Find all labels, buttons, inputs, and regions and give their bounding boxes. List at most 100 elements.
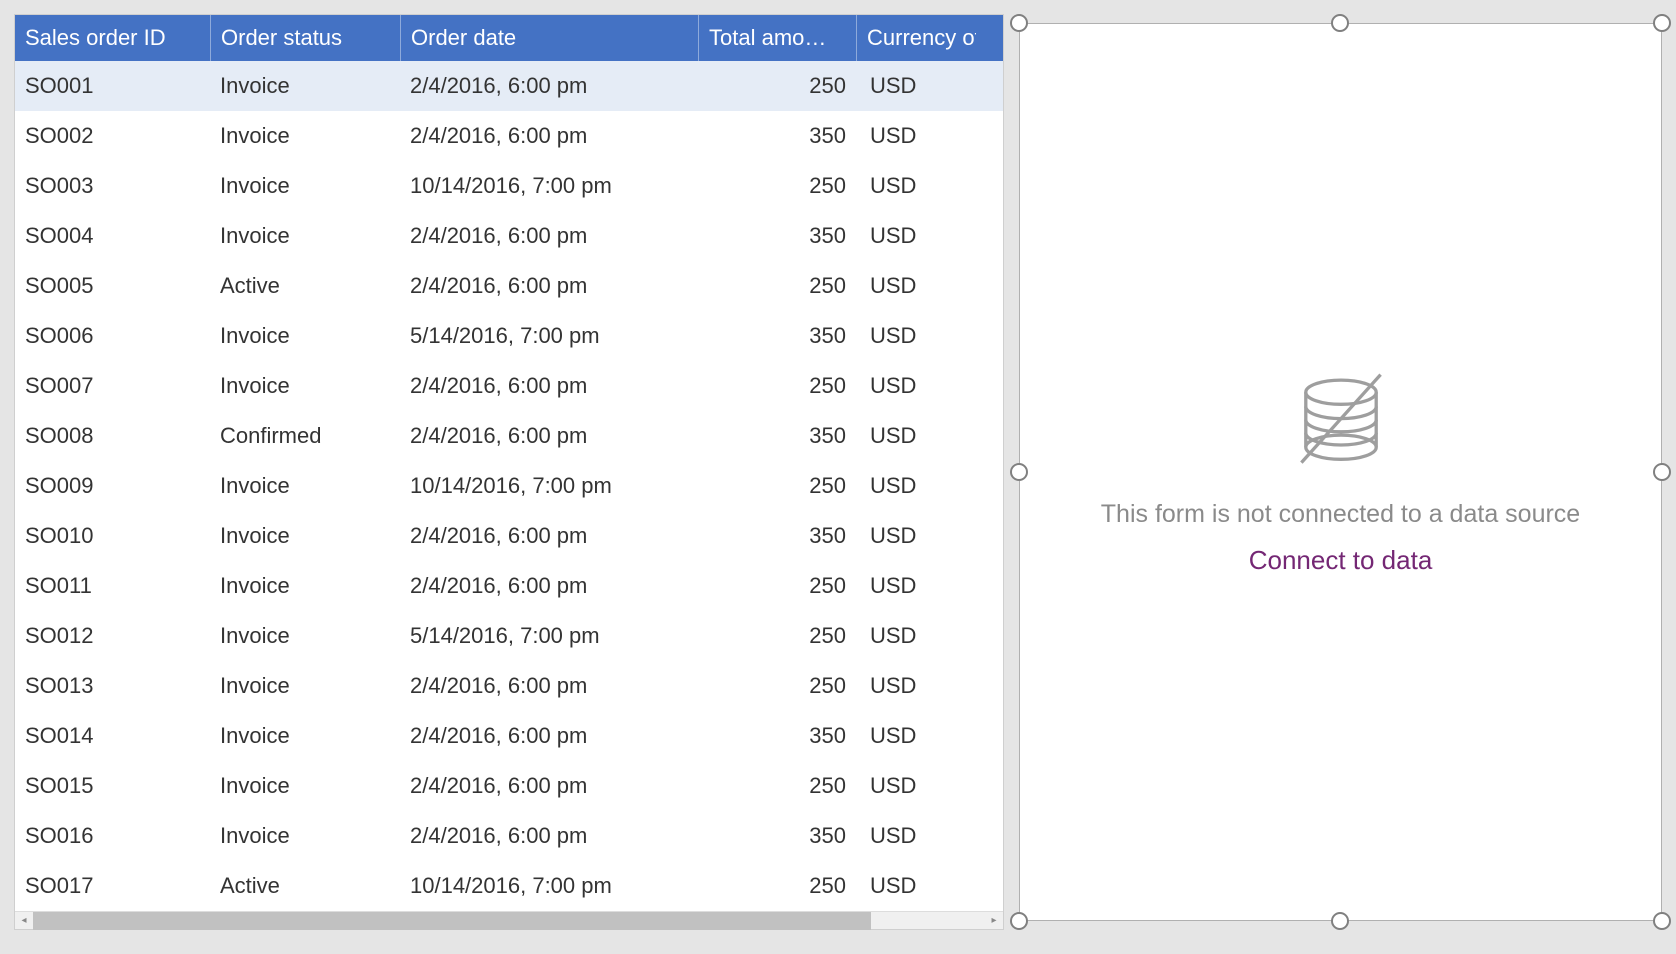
column-header-total-amount[interactable]: Total amo… [698, 15, 856, 61]
column-header-order-date[interactable]: Order date [400, 15, 698, 61]
table-row[interactable]: SO011Invoice2/4/2016, 6:00 pm250USD [15, 561, 1003, 611]
order-status-cell: Invoice [210, 573, 400, 599]
order-id-cell: SO003 [15, 173, 210, 199]
order-status-cell: Active [210, 273, 400, 299]
resize-handle-middle-left[interactable] [1010, 463, 1028, 481]
total-amount-cell: 250 [698, 773, 856, 799]
order-date-cell: 10/14/2016, 7:00 pm [400, 473, 698, 499]
order-date-cell: 2/4/2016, 6:00 pm [400, 573, 698, 599]
order-date-cell: 5/14/2016, 7:00 pm [400, 323, 698, 349]
order-id-cell: SO011 [15, 573, 210, 599]
connect-to-data-link[interactable]: Connect to data [1249, 545, 1433, 576]
order-status-cell: Invoice [210, 473, 400, 499]
total-amount-cell: 250 [698, 173, 856, 199]
order-id-cell: SO006 [15, 323, 210, 349]
order-id-cell: SO016 [15, 823, 210, 849]
resize-handle-top-center[interactable] [1331, 14, 1349, 32]
table-row[interactable]: SO012Invoice5/14/2016, 7:00 pm250USD [15, 611, 1003, 661]
total-amount-cell: 350 [698, 223, 856, 249]
order-id-cell: SO012 [15, 623, 210, 649]
grid-body[interactable]: SO001Invoice2/4/2016, 6:00 pm250USDSO002… [15, 61, 1003, 911]
order-id-cell: SO004 [15, 223, 210, 249]
database-disconnected-icon [1286, 368, 1396, 478]
order-id-cell: SO005 [15, 273, 210, 299]
table-row[interactable]: SO005Active2/4/2016, 6:00 pm250USD [15, 261, 1003, 311]
total-amount-cell: 350 [698, 423, 856, 449]
column-header-order-status[interactable]: Order status [210, 15, 400, 61]
order-date-cell: 2/4/2016, 6:00 pm [400, 823, 698, 849]
resize-handle-bottom-right[interactable] [1653, 912, 1671, 930]
table-row[interactable]: SO009Invoice10/14/2016, 7:00 pm250USD [15, 461, 1003, 511]
order-date-cell: 2/4/2016, 6:00 pm [400, 223, 698, 249]
total-amount-cell: 350 [698, 723, 856, 749]
total-amount-cell: 250 [698, 73, 856, 99]
column-header-currency[interactable]: Currency of T [856, 15, 976, 61]
order-date-cell: 2/4/2016, 6:00 pm [400, 123, 698, 149]
total-amount-cell: 250 [698, 623, 856, 649]
table-row[interactable]: SO006Invoice5/14/2016, 7:00 pm350USD [15, 311, 1003, 361]
table-row[interactable]: SO004Invoice2/4/2016, 6:00 pm350USD [15, 211, 1003, 261]
order-date-cell: 2/4/2016, 6:00 pm [400, 723, 698, 749]
order-status-cell: Invoice [210, 173, 400, 199]
total-amount-cell: 350 [698, 823, 856, 849]
currency-cell: USD [856, 623, 976, 649]
scroll-right-arrow-icon[interactable]: ▸ [985, 912, 1003, 930]
column-header-sales-order-id[interactable]: Sales order ID [15, 15, 210, 61]
table-row[interactable]: SO001Invoice2/4/2016, 6:00 pm250USD [15, 61, 1003, 111]
order-date-cell: 5/14/2016, 7:00 pm [400, 623, 698, 649]
total-amount-cell: 250 [698, 673, 856, 699]
total-amount-cell: 250 [698, 373, 856, 399]
resize-handle-top-left[interactable] [1010, 14, 1028, 32]
order-id-cell: SO002 [15, 123, 210, 149]
sales-orders-grid[interactable]: Sales order ID Order status Order date T… [14, 14, 1004, 930]
table-row[interactable]: SO008Confirmed2/4/2016, 6:00 pm350USD [15, 411, 1003, 461]
currency-cell: USD [856, 73, 976, 99]
table-row[interactable]: SO015Invoice2/4/2016, 6:00 pm250USD [15, 761, 1003, 811]
resize-handle-middle-right[interactable] [1653, 463, 1671, 481]
table-row[interactable]: SO007Invoice2/4/2016, 6:00 pm250USD [15, 361, 1003, 411]
horizontal-scroll-thumb[interactable] [33, 912, 871, 930]
order-status-cell: Invoice [210, 523, 400, 549]
horizontal-scrollbar[interactable]: ◂ ▸ [15, 911, 1003, 929]
table-row[interactable]: SO002Invoice2/4/2016, 6:00 pm350USD [15, 111, 1003, 161]
order-status-cell: Invoice [210, 623, 400, 649]
order-status-cell: Invoice [210, 823, 400, 849]
total-amount-cell: 250 [698, 273, 856, 299]
order-status-cell: Invoice [210, 773, 400, 799]
currency-cell: USD [856, 723, 976, 749]
table-row[interactable]: SO016Invoice2/4/2016, 6:00 pm350USD [15, 811, 1003, 861]
form-control[interactable]: This form is not connected to a data sou… [1019, 23, 1662, 921]
currency-cell: USD [856, 273, 976, 299]
table-row[interactable]: SO013Invoice2/4/2016, 6:00 pm250USD [15, 661, 1003, 711]
scroll-left-arrow-icon[interactable]: ◂ [15, 912, 33, 930]
total-amount-cell: 250 [698, 873, 856, 899]
order-date-cell: 2/4/2016, 6:00 pm [400, 423, 698, 449]
order-date-cell: 2/4/2016, 6:00 pm [400, 373, 698, 399]
order-id-cell: SO017 [15, 873, 210, 899]
order-status-cell: Invoice [210, 673, 400, 699]
total-amount-cell: 350 [698, 523, 856, 549]
currency-cell: USD [856, 323, 976, 349]
table-row[interactable]: SO003Invoice10/14/2016, 7:00 pm250USD [15, 161, 1003, 211]
table-row[interactable]: SO017Active10/14/2016, 7:00 pm250USD [15, 861, 1003, 911]
order-date-cell: 2/4/2016, 6:00 pm [400, 73, 698, 99]
resize-handle-bottom-center[interactable] [1331, 912, 1349, 930]
currency-cell: USD [856, 223, 976, 249]
resize-handle-bottom-left[interactable] [1010, 912, 1028, 930]
total-amount-cell: 350 [698, 123, 856, 149]
order-status-cell: Invoice [210, 223, 400, 249]
order-status-cell: Active [210, 873, 400, 899]
order-status-cell: Confirmed [210, 423, 400, 449]
total-amount-cell: 250 [698, 473, 856, 499]
order-status-cell: Invoice [210, 323, 400, 349]
order-date-cell: 10/14/2016, 7:00 pm [400, 873, 698, 899]
resize-handle-top-right[interactable] [1653, 14, 1671, 32]
order-status-cell: Invoice [210, 73, 400, 99]
order-date-cell: 10/14/2016, 7:00 pm [400, 173, 698, 199]
table-row[interactable]: SO010Invoice2/4/2016, 6:00 pm350USD [15, 511, 1003, 561]
order-id-cell: SO009 [15, 473, 210, 499]
order-date-cell: 2/4/2016, 6:00 pm [400, 773, 698, 799]
currency-cell: USD [856, 523, 976, 549]
table-row[interactable]: SO014Invoice2/4/2016, 6:00 pm350USD [15, 711, 1003, 761]
order-status-cell: Invoice [210, 123, 400, 149]
